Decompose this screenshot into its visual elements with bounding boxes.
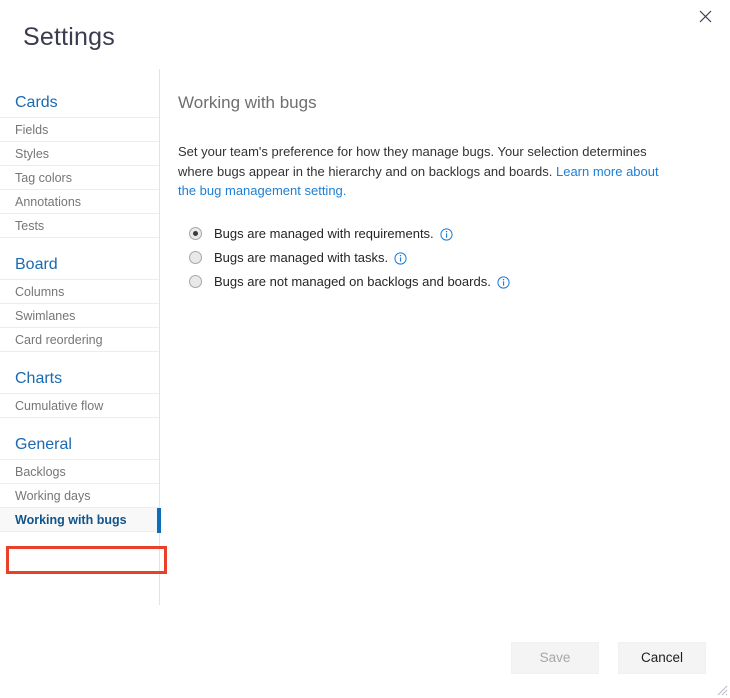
sidebar-item-label: Styles	[15, 147, 49, 161]
resize-grip-icon[interactable]	[714, 682, 728, 696]
sidebar-item-fields[interactable]: Fields	[0, 117, 159, 142]
sidebar-section-charts: Charts Cumulative flow	[0, 364, 159, 418]
close-icon[interactable]	[690, 4, 720, 28]
sidebar-item-card-reordering[interactable]: Card reordering	[0, 327, 159, 352]
radio-option-label: Bugs are managed with tasks.	[214, 247, 388, 269]
sidebar-item-label: Working days	[15, 489, 91, 503]
settings-content-panel: Working with bugs Set your team's prefer…	[178, 92, 698, 295]
info-icon-glyph	[394, 252, 407, 265]
sidebar-section-general: General Backlogs Working days Working wi…	[0, 430, 159, 532]
sidebar-item-label: Columns	[15, 285, 64, 299]
content-description: Set your team's preference for how they …	[178, 142, 675, 201]
sidebar-item-working-days[interactable]: Working days	[0, 483, 159, 508]
sidebar-section-title-general: General	[0, 430, 159, 460]
radio-option-managed-with-requirements[interactable]: Bugs are managed with requirements.	[189, 223, 698, 245]
resize-grip-glyph	[714, 682, 728, 696]
radio-button-icon[interactable]	[189, 227, 202, 240]
page-title: Settings	[23, 22, 115, 52]
sidebar-item-swimlanes[interactable]: Swimlanes	[0, 303, 159, 328]
sidebar-item-annotations[interactable]: Annotations	[0, 189, 159, 214]
sidebar-item-label: Swimlanes	[15, 309, 75, 323]
radio-button-icon[interactable]	[189, 275, 202, 288]
settings-sidebar: Cards Fields Styles Tag colors Annotatio…	[0, 88, 159, 605]
sidebar-item-label: Card reordering	[15, 333, 103, 347]
sidebar-item-tests[interactable]: Tests	[0, 213, 159, 238]
sidebar-item-label: Backlogs	[15, 465, 66, 479]
settings-dialog: Settings Cards Fields Styles Tag colors …	[0, 0, 730, 698]
radio-option-not-managed[interactable]: Bugs are not managed on backlogs and boa…	[189, 271, 698, 293]
dialog-footer: Save Cancel	[511, 642, 706, 674]
sidebar-item-label: Fields	[15, 123, 48, 137]
save-button[interactable]: Save	[511, 642, 599, 674]
info-icon[interactable]	[394, 252, 407, 265]
info-icon-glyph	[440, 228, 453, 241]
sidebar-section-cards: Cards Fields Styles Tag colors Annotatio…	[0, 88, 159, 238]
sidebar-item-label: Working with bugs	[15, 513, 127, 527]
sidebar-item-label: Cumulative flow	[15, 399, 103, 413]
sidebar-item-columns[interactable]: Columns	[0, 279, 159, 304]
content-heading: Working with bugs	[178, 92, 698, 114]
close-icon-glyph	[699, 10, 712, 23]
info-icon[interactable]	[440, 228, 453, 241]
sidebar-item-label: Tests	[15, 219, 44, 233]
sidebar-section-title-board: Board	[0, 250, 159, 280]
sidebar-item-backlogs[interactable]: Backlogs	[0, 459, 159, 484]
cancel-button[interactable]: Cancel	[618, 642, 706, 674]
sidebar-item-styles[interactable]: Styles	[0, 141, 159, 166]
radio-option-label: Bugs are managed with requirements.	[214, 223, 434, 245]
info-icon[interactable]	[497, 276, 510, 289]
radio-button-icon[interactable]	[189, 251, 202, 264]
info-icon-glyph	[497, 276, 510, 289]
sidebar-item-working-with-bugs[interactable]: Working with bugs	[0, 507, 159, 532]
radio-option-managed-with-tasks[interactable]: Bugs are managed with tasks.	[189, 247, 698, 269]
sidebar-item-label: Tag colors	[15, 171, 72, 185]
sidebar-section-title-cards: Cards	[0, 88, 159, 118]
sidebar-selection-indicator	[157, 508, 161, 533]
sidebar-item-cumulative-flow[interactable]: Cumulative flow	[0, 393, 159, 418]
sidebar-item-label: Annotations	[15, 195, 81, 209]
sidebar-section-board: Board Columns Swimlanes Card reordering	[0, 250, 159, 352]
bug-management-radio-group: Bugs are managed with requirements. Bugs…	[189, 223, 698, 293]
radio-option-label: Bugs are not managed on backlogs and boa…	[214, 271, 491, 293]
sidebar-section-title-charts: Charts	[0, 364, 159, 394]
sidebar-item-tag-colors[interactable]: Tag colors	[0, 165, 159, 190]
